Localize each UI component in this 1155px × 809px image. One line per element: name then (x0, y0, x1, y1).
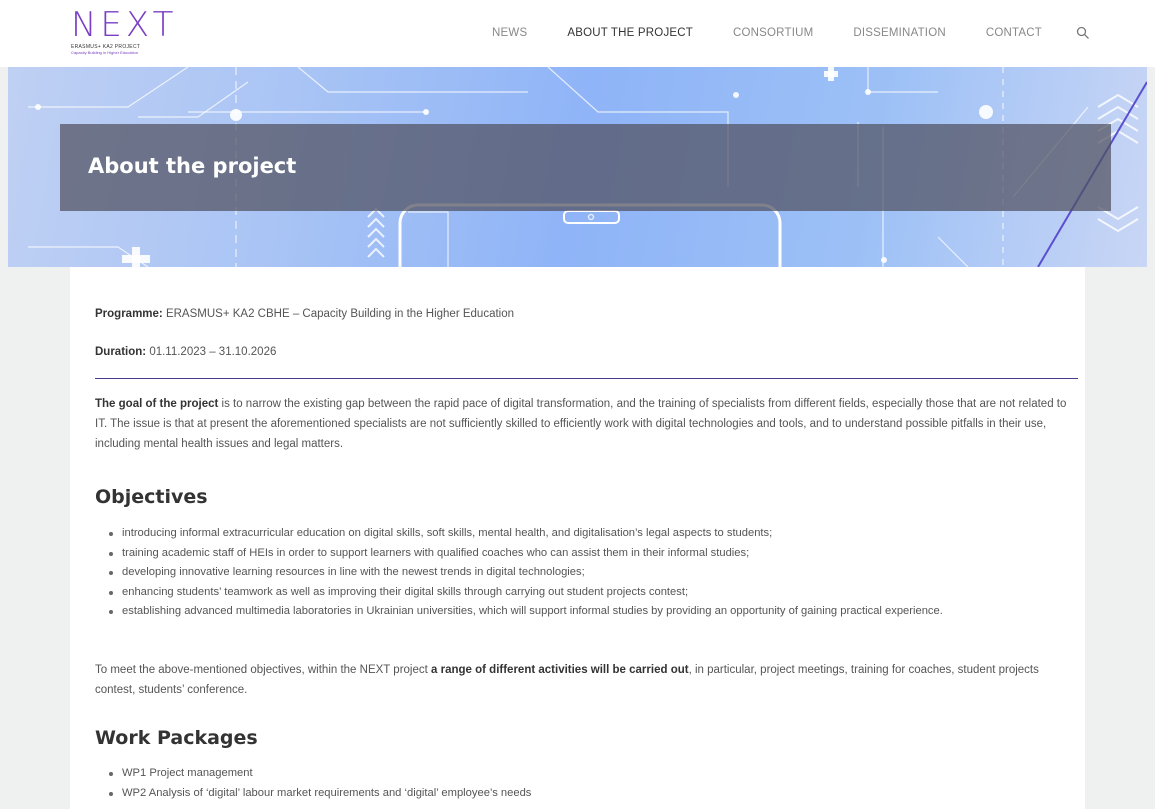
programme-label: Programme: (95, 308, 163, 320)
programme-value: ERASMUS+ KA2 CBHE – Capacity Building in… (165, 308, 515, 320)
site-header: NEXT ERASMUS+ KA2 PROJECT Capacity Build… (0, 0, 1155, 67)
list-item: establishing advanced multimedia laborat… (95, 602, 943, 622)
list-item: WP1 Project management (95, 764, 531, 784)
site-logo[interactable]: NEXT ERASMUS+ KA2 PROJECT Capacity Build… (71, 8, 181, 60)
duration-label: Duration: (95, 346, 147, 358)
title-band: About the project (60, 124, 1111, 211)
duration-line: Duration: 01.11.2023 – 31.10.2026 (95, 346, 276, 358)
section-divider (95, 378, 1078, 379)
logo-tagline: Capacity Building in Higher Education (71, 50, 138, 55)
goal-text: is to narrow the existing gap between th… (95, 398, 1067, 450)
activities-pre: To meet the above-mentioned objectives, … (95, 664, 432, 676)
search-icon[interactable] (1076, 26, 1090, 40)
logo-word: NEXT (71, 5, 178, 45)
objectives-list: introducing informal extracurricular edu… (95, 524, 943, 622)
goal-paragraph: The goal of the project is to narrow the… (95, 394, 1078, 454)
nav-contact[interactable]: CONTACT (986, 27, 1042, 39)
activities-paragraph: To meet the above-mentioned objectives, … (95, 660, 1078, 700)
activities-bold: a range of different activities will be … (431, 664, 689, 676)
list-item: introducing informal extracurricular edu… (95, 524, 943, 544)
duration-value: 01.11.2023 – 31.10.2026 (149, 346, 277, 358)
hero-banner: About the project (8, 67, 1147, 267)
list-item: WP2 Analysis of ‘digital’ labour market … (95, 784, 531, 804)
nav-dissemination[interactable]: DISSEMINATION (853, 27, 945, 39)
objectives-heading: Objectives (95, 486, 208, 508)
goal-bold: The goal of the project (95, 398, 219, 410)
programme-line: Programme: ERASMUS+ KA2 CBHE – Capacity … (95, 308, 514, 320)
main-nav: NEWS ABOUT THE PROJECT CONSORTIUM DISSEM… (452, 26, 1090, 40)
list-item: enhancing students’ teamwork as well as … (95, 583, 943, 603)
nav-consortium[interactable]: CONSORTIUM (733, 27, 813, 39)
content-card: Programme: ERASMUS+ KA2 CBHE – Capacity … (70, 267, 1085, 809)
list-item: developing innovative learning resources… (95, 563, 943, 583)
work-packages-heading: Work Packages (95, 727, 258, 749)
work-packages-list: WP1 Project management WP2 Analysis of ‘… (95, 764, 531, 803)
page-title: About the project (88, 154, 297, 178)
nav-about-the-project[interactable]: ABOUT THE PROJECT (567, 27, 693, 39)
nav-news[interactable]: NEWS (492, 27, 527, 39)
list-item: training academic staff of HEIs in order… (95, 544, 943, 564)
